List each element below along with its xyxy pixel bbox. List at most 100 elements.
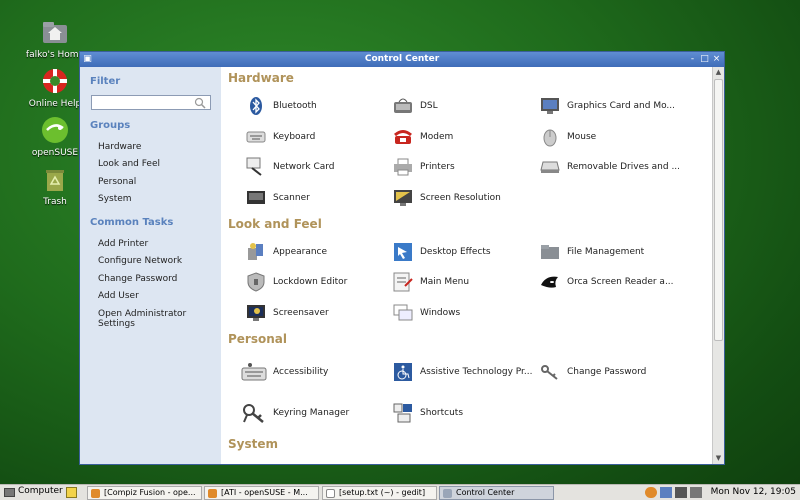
item-appearance[interactable]: Appearance — [245, 241, 327, 263]
window-title: Control Center — [364, 54, 440, 64]
item-label: Removable Drives and ... — [567, 162, 681, 172]
item-label: DSL — [420, 101, 438, 111]
item-label: Appearance — [273, 247, 328, 257]
item-label: Shortcuts — [420, 408, 464, 418]
opensuse-logo-icon — [40, 115, 70, 145]
network-card-icon — [245, 156, 267, 178]
trash-icon — [40, 164, 70, 194]
control-center-icon — [443, 489, 452, 498]
item-label: Screen Resolution — [420, 193, 501, 203]
item-label: Bluetooth — [273, 101, 317, 111]
item-desktop-effects[interactable]: Desktop Effects — [392, 241, 491, 263]
group-link-look-and-feel[interactable]: Look and Feel — [98, 159, 160, 169]
task-button-ati[interactable]: [ATI - openSUSE - M... — [204, 486, 319, 500]
item-label: Main Menu — [420, 277, 470, 287]
item-label: Scanner — [273, 193, 310, 203]
lifebuoy-icon — [40, 66, 70, 96]
section-heading-personal: Personal — [228, 332, 287, 346]
task-label: [setup.txt (~) - gedit] — [339, 488, 426, 497]
task-label: [ATI - openSUSE - M... — [221, 488, 308, 497]
vertical-scrollbar[interactable]: ▲ ▼ — [712, 67, 724, 464]
item-label: Keyring Manager — [273, 408, 350, 418]
item-keyboard[interactable]: Keyboard — [245, 126, 315, 148]
task-link-open-admin-settings[interactable]: Open Administrator Settings — [98, 309, 221, 329]
task-label: Control Center — [456, 488, 515, 497]
item-label: File Management — [567, 247, 645, 257]
item-file-management[interactable]: File Management — [539, 241, 644, 263]
item-lockdown-editor[interactable]: Lockdown Editor — [245, 271, 347, 293]
sidebar: Filter Groups Hardware Look and Feel Per… — [80, 67, 221, 464]
item-assistive-technology[interactable]: Assistive Technology Pr... — [392, 361, 532, 383]
shield-icon — [245, 271, 267, 293]
close-button[interactable]: × — [711, 54, 722, 65]
computer-label: Computer — [18, 486, 63, 496]
computer-menu-button[interactable]: Computer — [4, 486, 63, 500]
search-icon — [193, 97, 207, 109]
accessibility-keyboard-icon — [241, 361, 267, 383]
filter-input[interactable] — [91, 95, 211, 110]
group-link-personal[interactable]: Personal — [98, 177, 136, 187]
printer-icon — [392, 156, 414, 178]
content-pane: Hardware Bluetooth DSL Graphics Card and… — [221, 67, 712, 464]
item-modem[interactable]: Modem — [392, 126, 453, 148]
volume-icon[interactable] — [690, 487, 702, 498]
item-mouse[interactable]: Mouse — [539, 126, 596, 148]
update-icon[interactable] — [645, 487, 657, 498]
item-keyring-manager[interactable]: Keyring Manager — [241, 402, 349, 424]
item-screensaver[interactable]: Screensaver — [245, 302, 329, 324]
mouse-icon — [539, 126, 561, 148]
network-icon[interactable] — [660, 487, 672, 498]
item-scanner[interactable]: Scanner — [245, 187, 310, 209]
scroll-down-arrow-icon[interactable]: ▼ — [713, 453, 724, 464]
bluetooth-icon — [245, 95, 267, 117]
maximize-button[interactable]: □ — [699, 54, 710, 65]
section-heading-hardware: Hardware — [228, 71, 294, 85]
item-graphics-card[interactable]: Graphics Card and Mo... — [539, 95, 675, 117]
item-windows[interactable]: Windows — [392, 302, 460, 324]
taskbar: Computer [Compiz Fusion - ope... [ATI - … — [0, 484, 800, 500]
minimize-button[interactable]: - — [687, 54, 698, 65]
window-titlebar[interactable]: ▣ Control Center - □ × — [80, 52, 724, 67]
task-button-control-center[interactable]: Control Center — [439, 486, 554, 500]
item-label: Printers — [420, 162, 455, 172]
item-main-menu[interactable]: Main Menu — [392, 271, 469, 293]
item-accessibility[interactable]: Accessibility — [241, 361, 328, 383]
gedit-launcher-icon[interactable] — [66, 487, 77, 498]
item-label: Modem — [420, 132, 454, 142]
item-removable-drives[interactable]: Removable Drives and ... — [539, 156, 680, 178]
item-dsl[interactable]: DSL — [392, 95, 438, 117]
modem-phone-icon — [392, 126, 414, 148]
desktop-effects-icon — [392, 241, 414, 263]
item-label: Lockdown Editor — [273, 277, 348, 287]
item-label: Orca Screen Reader a... — [567, 277, 674, 287]
task-link-add-printer[interactable]: Add Printer — [98, 239, 148, 249]
scroll-up-arrow-icon[interactable]: ▲ — [713, 67, 724, 78]
task-link-change-password[interactable]: Change Password — [98, 274, 177, 284]
item-shortcuts[interactable]: Shortcuts — [392, 402, 463, 424]
drive-icon — [539, 156, 561, 178]
clock[interactable]: Mon Nov 12, 19:05 — [711, 487, 796, 497]
group-link-hardware[interactable]: Hardware — [98, 142, 141, 152]
item-orca-screen-reader[interactable]: Orca Screen Reader a... — [539, 271, 674, 293]
item-change-password[interactable]: Change Password — [539, 361, 646, 383]
wheelchair-icon — [392, 361, 414, 383]
section-heading-system: System — [228, 437, 278, 451]
task-button-gedit[interactable]: [setup.txt (~) - gedit] — [322, 486, 437, 500]
firefox-icon — [91, 489, 100, 498]
item-screen-resolution[interactable]: Screen Resolution — [392, 187, 501, 209]
item-network-card[interactable]: Network Card — [245, 156, 335, 178]
firefox-icon — [208, 489, 217, 498]
task-button-compiz[interactable]: [Compiz Fusion - ope... — [87, 486, 202, 500]
item-printers[interactable]: Printers — [392, 156, 455, 178]
group-link-system[interactable]: System — [98, 194, 132, 204]
windows-icon — [392, 302, 414, 324]
orca-icon — [539, 271, 561, 293]
item-bluetooth[interactable]: Bluetooth — [245, 95, 317, 117]
screen-resolution-icon — [392, 187, 414, 209]
scrollbar-thumb[interactable] — [714, 79, 723, 341]
keyboard-icon — [245, 126, 267, 148]
monitor-tray-icon[interactable] — [675, 487, 687, 498]
desktop-icon-label: Online Help — [28, 99, 82, 109]
task-link-add-user[interactable]: Add User — [98, 291, 139, 301]
task-link-configure-network[interactable]: Configure Network — [98, 256, 182, 266]
